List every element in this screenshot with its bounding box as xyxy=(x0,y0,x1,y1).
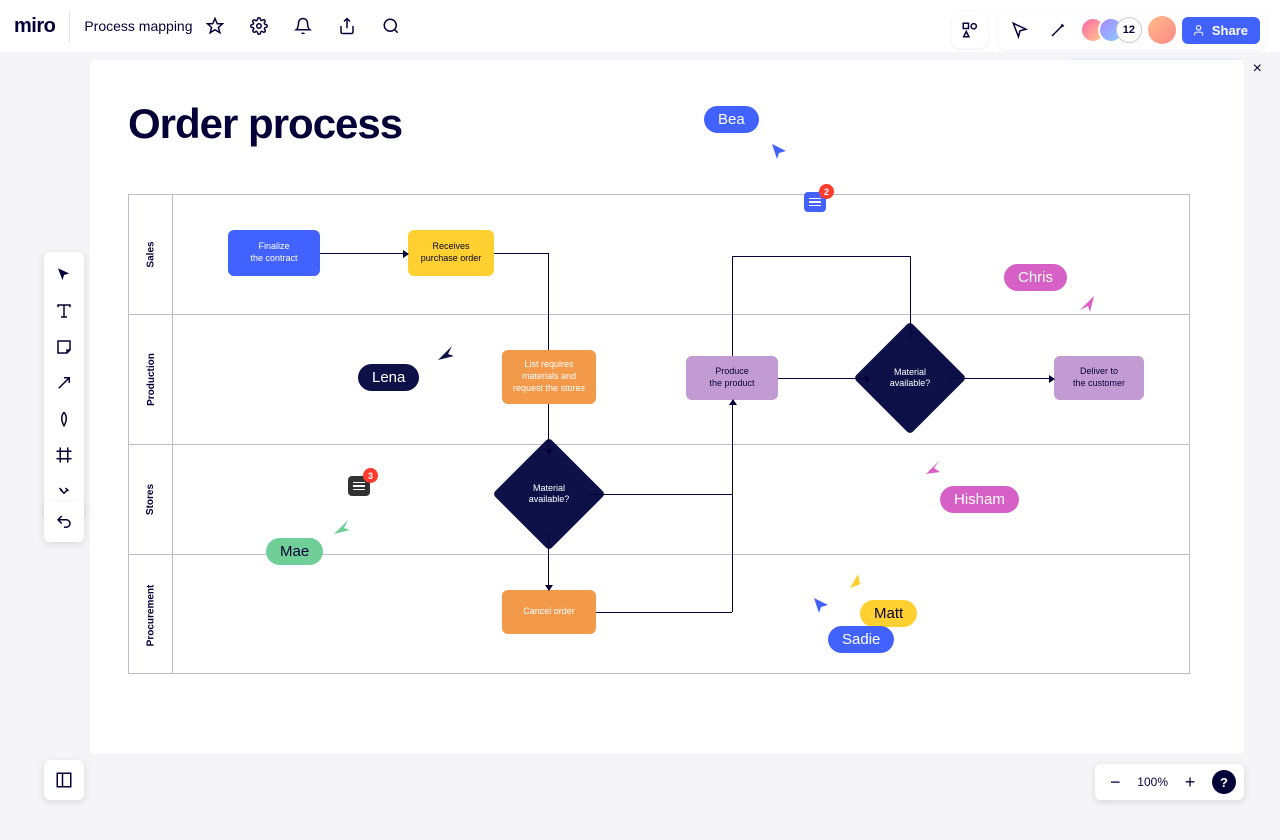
comment-icon[interactable]: 2 xyxy=(804,192,826,212)
node-receives[interactable]: Receives purchase order xyxy=(408,230,494,276)
close-icon[interactable]: × xyxy=(1253,60,1262,78)
comment-icon[interactable]: 3 xyxy=(348,476,370,496)
cursor-matt: Matt xyxy=(860,600,917,627)
board-name: Process mapping xyxy=(84,18,192,34)
bell-icon[interactable] xyxy=(287,10,319,42)
node-list[interactable]: List requires materials and request the … xyxy=(502,350,596,404)
cursor-mode-icon[interactable] xyxy=(1004,14,1036,46)
current-user-avatar[interactable] xyxy=(1148,16,1176,44)
avatar-stack[interactable]: 12 xyxy=(1080,17,1142,43)
lane-label-production: Production xyxy=(146,353,157,406)
cursor-pointer-icon xyxy=(924,458,942,476)
cursor-pointer-icon xyxy=(812,596,830,614)
sticky-tool[interactable] xyxy=(47,330,81,364)
cursor-lena: Lena xyxy=(358,364,419,391)
text-tool[interactable] xyxy=(47,294,81,328)
zoom-out-button[interactable]: − xyxy=(1103,770,1127,794)
presence-pill: 12 Share xyxy=(998,10,1266,50)
cursor-pointer-icon xyxy=(770,142,788,160)
cursor-pointer-icon xyxy=(436,344,454,362)
node-material-1[interactable]: Material available? xyxy=(509,454,589,534)
cursor-hisham: Hisham xyxy=(940,486,1019,513)
share-label: Share xyxy=(1212,23,1248,38)
top-right: 12 Share xyxy=(952,10,1266,50)
undo-button[interactable] xyxy=(44,502,84,542)
avatar-count: 12 xyxy=(1116,17,1142,43)
cursor-bea: Bea xyxy=(704,106,759,133)
search-icon[interactable] xyxy=(375,10,407,42)
frames-panel-button[interactable] xyxy=(44,760,84,800)
pen-tool[interactable] xyxy=(47,402,81,436)
toolbox xyxy=(44,252,84,514)
lane-label-sales: Sales xyxy=(145,241,156,267)
lane-label-stores: Stores xyxy=(146,484,157,515)
apps-button[interactable] xyxy=(952,12,988,48)
reactions-icon[interactable] xyxy=(1042,14,1074,46)
node-finalize[interactable]: Finalize the contract xyxy=(228,230,320,276)
cursor-mae: Mae xyxy=(266,538,323,565)
share-button[interactable]: Share xyxy=(1182,17,1260,44)
cursor-sadie: Sadie xyxy=(828,626,894,653)
cursor-pointer-icon xyxy=(848,572,866,590)
frame-tool[interactable] xyxy=(47,438,81,472)
canvas[interactable]: Order process Sales Production Stores Pr… xyxy=(90,60,1244,754)
cursor-pointer-icon xyxy=(332,518,350,536)
node-cancel[interactable]: Cancel order xyxy=(502,590,596,634)
board-name-wrap[interactable]: Process mapping xyxy=(69,10,230,42)
logo: miro xyxy=(14,15,55,38)
zoom-in-button[interactable]: + xyxy=(1178,770,1202,794)
board-title[interactable]: Order process xyxy=(128,100,402,148)
lane-label-procurement: Procurement xyxy=(146,584,157,646)
zoom-controls: − 100% + ? xyxy=(1095,764,1244,800)
node-material-2[interactable]: Material available? xyxy=(870,338,950,418)
help-button[interactable]: ? xyxy=(1212,770,1236,794)
star-icon[interactable] xyxy=(199,10,231,42)
export-icon[interactable] xyxy=(331,10,363,42)
cursor-pointer-icon xyxy=(1078,294,1096,312)
comment-badge: 3 xyxy=(363,468,378,483)
comment-badge: 2 xyxy=(819,184,834,199)
node-deliver[interactable]: Deliver to the customer xyxy=(1054,356,1144,400)
zoom-level[interactable]: 100% xyxy=(1137,775,1168,789)
arrow-tool[interactable] xyxy=(47,366,81,400)
cursor-chris: Chris xyxy=(1004,264,1067,291)
node-produce[interactable]: Produce the product xyxy=(686,356,778,400)
select-tool[interactable] xyxy=(47,258,81,292)
settings-icon[interactable] xyxy=(243,10,275,42)
